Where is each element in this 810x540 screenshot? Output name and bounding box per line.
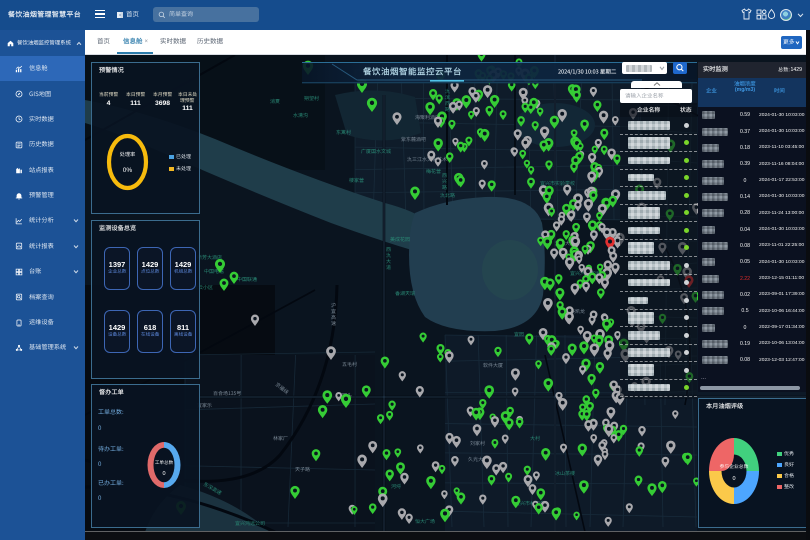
svg-text:0: 0 bbox=[162, 471, 165, 477]
svg-text:0%: 0% bbox=[123, 167, 133, 174]
svg-text:0: 0 bbox=[732, 476, 735, 482]
